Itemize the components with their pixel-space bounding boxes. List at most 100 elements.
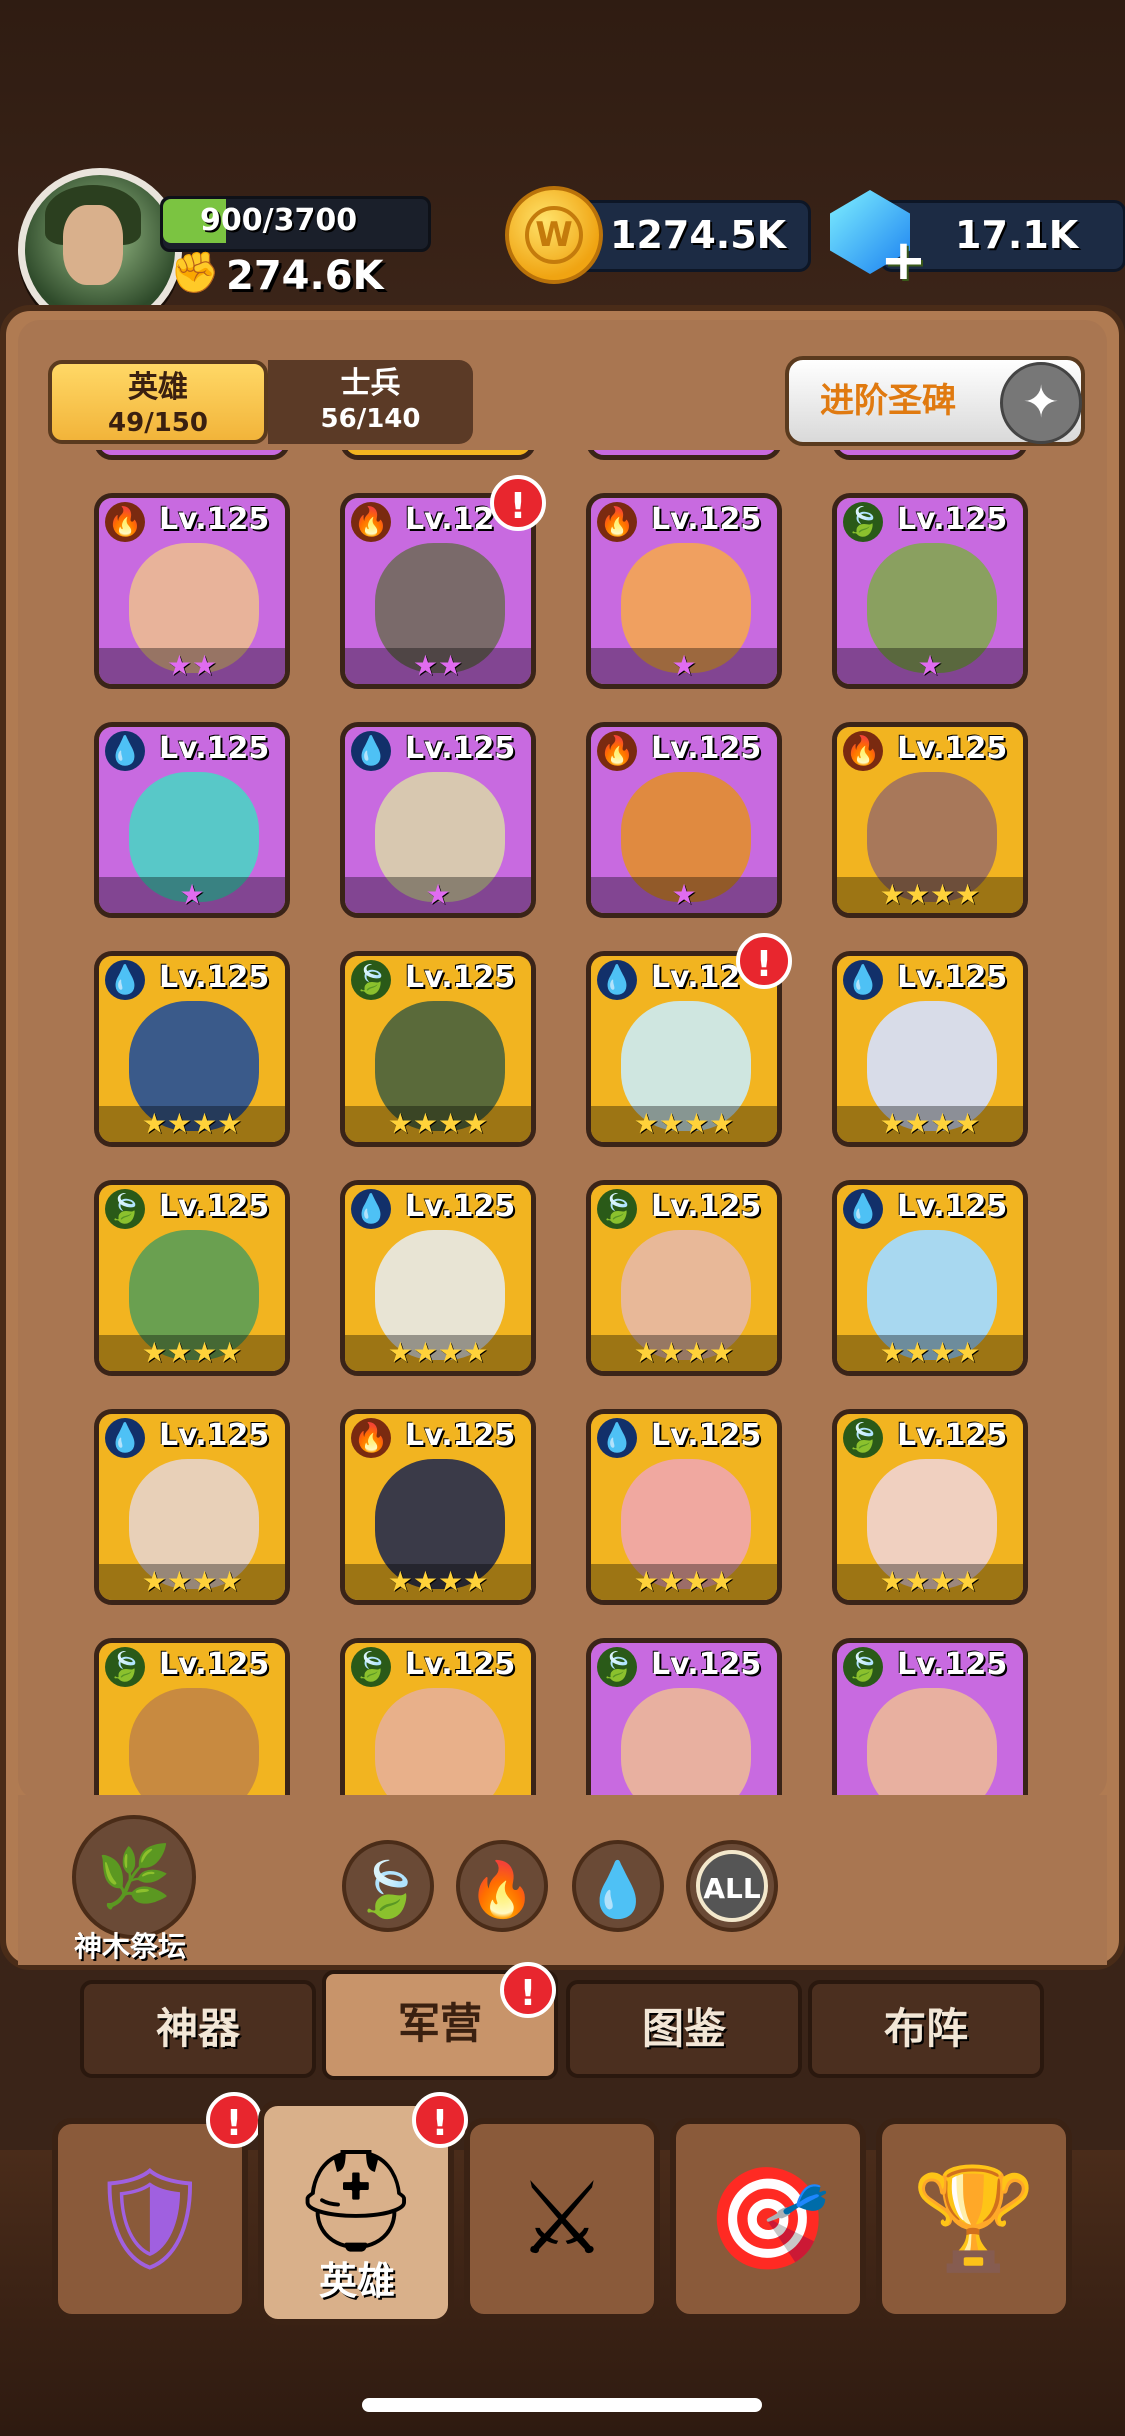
- hero-card[interactable]: 🔥 Lv.125 ★: [586, 493, 782, 689]
- hero-level: Lv.125: [159, 1647, 270, 1682]
- fire-element-icon: 🔥: [597, 502, 637, 542]
- hero-card[interactable]: 🔥 Lv.125 ★★: [94, 493, 290, 689]
- hero-card[interactable]: 💧 Lv.125 ★★★★: [94, 951, 290, 1147]
- hero-card[interactable]: 🍃 Lv.125: [832, 1638, 1028, 1795]
- barracks-alert-badge: !: [500, 1962, 556, 2018]
- water-element-icon: 💧: [843, 960, 883, 1000]
- hero-card[interactable]: 🍃 Lv.125: [586, 1638, 782, 1795]
- fire-element-icon: 🔥: [105, 502, 145, 542]
- fist-icon: ✊: [170, 250, 220, 296]
- hero-level: Lv.125: [405, 960, 516, 995]
- hero-portrait: [129, 1688, 259, 1795]
- hero-card[interactable]: 💧 Lv.125 ★: [94, 722, 290, 918]
- nav-hero-label: 英雄: [318, 2259, 395, 2303]
- leaf-element-icon: 🍃: [105, 1647, 145, 1687]
- hero-card[interactable]: 💧 Lv.125 ★★★★: [586, 1409, 782, 1605]
- hero-card[interactable]: 🍃 Lv.125 ★: [832, 493, 1028, 689]
- hero-card[interactable]: 🔥 Lv.125 ★★★★: [340, 1409, 536, 1605]
- hero-level: Lv.125: [897, 502, 1008, 537]
- water-element-icon: 💧: [351, 731, 391, 771]
- hero-card-partial[interactable]: [586, 450, 782, 460]
- hero-grid[interactable]: 🔥 Lv.125 ★★ 🔥 Lv.12 ★★ 🔥 Lv.125 ★ 🍃 Lv.125 ★ 💧 Lv.125…: [60, 450, 1065, 1795]
- hero-card[interactable]: 💧 Lv.125 ★★★★: [832, 951, 1028, 1147]
- hero-card-partial[interactable]: [340, 450, 536, 460]
- fire-element-icon: 🔥: [351, 502, 391, 542]
- hero-alert-badge: !: [490, 475, 546, 531]
- hero-card[interactable]: 🍃 Lv.125 ★★★★: [340, 951, 536, 1147]
- hero-card[interactable]: 🍃 Lv.125 ★★★★: [832, 1409, 1028, 1605]
- hero-level: Lv.125: [651, 502, 762, 537]
- hero-card-partial[interactable]: [94, 450, 290, 460]
- hero-card[interactable]: 💧 Lv.125 ★★★★: [340, 1180, 536, 1376]
- fire-element-icon: 🔥: [597, 731, 637, 771]
- altar-icon[interactable]: 🌿: [72, 1815, 196, 1939]
- hero-stars: ★★★★: [837, 1106, 1023, 1142]
- gold-value: 1274.5K: [610, 213, 787, 257]
- add-gems-icon[interactable]: +: [880, 233, 930, 289]
- nav-battle-swords-icon[interactable]: ⚔: [464, 2118, 660, 2320]
- leaf-element-icon: 🍃: [105, 1189, 145, 1229]
- stele-button-label: 进阶圣碑: [820, 381, 956, 421]
- tab-formation[interactable]: 布阵: [808, 1980, 1044, 2078]
- water-filter-icon[interactable]: 💧: [572, 1840, 664, 1932]
- home-indicator[interactable]: [362, 2398, 762, 2412]
- hero-stars: ★★★★: [837, 877, 1023, 913]
- hero-level: Lv.125: [159, 1418, 270, 1453]
- hero-stars: ★★★★: [99, 1564, 285, 1600]
- hero-card[interactable]: 🍃 Lv.125 ★★★★: [94, 1180, 290, 1376]
- gem-value: 17.1K: [955, 213, 1079, 257]
- tab-soldier-label: 士兵: [340, 366, 401, 401]
- leaf-element-icon: 🍃: [597, 1647, 637, 1687]
- water-element-icon: 💧: [105, 960, 145, 1000]
- power-value: 274.6K: [226, 253, 384, 299]
- hero-level: Lv.125: [405, 1189, 516, 1224]
- filter-all-button[interactable]: ALL: [686, 1840, 778, 1932]
- hero-portrait: [375, 1688, 505, 1795]
- hero-card[interactable]: 🔥 Lv.125 ★: [586, 722, 782, 918]
- hero-level: Lv.125: [405, 1647, 516, 1682]
- water-element-icon: 💧: [351, 1189, 391, 1229]
- nav-hero-alert-badge: !: [412, 2092, 468, 2148]
- hero-portrait: [621, 1688, 751, 1795]
- fire-element-icon: 🔥: [351, 1418, 391, 1458]
- hero-card[interactable]: 🔥 Lv.125 ★★★★: [832, 722, 1028, 918]
- nav-shield-sword-icon[interactable]: 🛡: [52, 2118, 248, 2320]
- filter-all-label: ALL: [696, 1850, 768, 1922]
- hero-stars: ★: [99, 877, 285, 913]
- hero-stars: ★★: [99, 648, 285, 684]
- hero-level: Lv.125: [897, 731, 1008, 766]
- altar-label: 神木祭坛: [73, 1930, 186, 1963]
- leaf-element-icon: 🍃: [843, 502, 883, 542]
- hero-card[interactable]: 🍃 Lv.125 ★★★★: [586, 1180, 782, 1376]
- tab-soldier[interactable]: 士兵 56/140: [268, 360, 473, 444]
- hero-card[interactable]: 🍃 Lv.125: [94, 1638, 290, 1795]
- hero-level: Lv.125: [897, 960, 1008, 995]
- hero-card[interactable]: 🍃 Lv.125: [340, 1638, 536, 1795]
- hero-stars: ★★★★: [345, 1335, 531, 1371]
- leaf-element-icon: 🍃: [351, 1647, 391, 1687]
- hero-card-partial[interactable]: [832, 450, 1028, 460]
- hero-level: Lv.125: [159, 502, 270, 537]
- water-element-icon: 💧: [105, 1418, 145, 1458]
- compass-icon[interactable]: ✦: [1000, 362, 1082, 444]
- hero-card[interactable]: 💧 Lv.125 ★★★★: [94, 1409, 290, 1605]
- hero-portrait: [867, 1688, 997, 1795]
- hero-level: Lv.125: [897, 1189, 1008, 1224]
- nav-target-icon[interactable]: 🎯: [670, 2118, 866, 2320]
- hero-level: Lv.125: [159, 960, 270, 995]
- hero-level: Lv.125: [897, 1647, 1008, 1682]
- leaf-filter-icon[interactable]: 🍃: [342, 1840, 434, 1932]
- hero-stars: ★★★★: [345, 1564, 531, 1600]
- avatar-face: [63, 205, 123, 285]
- hero-stars: ★: [591, 648, 777, 684]
- xp-text: 900/3700: [200, 203, 358, 238]
- hero-card[interactable]: 💧 Lv.125 ★: [340, 722, 536, 918]
- hero-level: Lv.125: [651, 1647, 762, 1682]
- fire-filter-icon[interactable]: 🔥: [456, 1840, 548, 1932]
- tab-hero[interactable]: 英雄 49/150: [48, 360, 268, 444]
- water-element-icon: 💧: [597, 960, 637, 1000]
- tab-artifact[interactable]: 神器: [80, 1980, 316, 2078]
- tab-codex[interactable]: 图鉴: [566, 1980, 802, 2078]
- hero-card[interactable]: 💧 Lv.125 ★★★★: [832, 1180, 1028, 1376]
- nav-trophy-icon[interactable]: 🏆: [876, 2118, 1072, 2320]
